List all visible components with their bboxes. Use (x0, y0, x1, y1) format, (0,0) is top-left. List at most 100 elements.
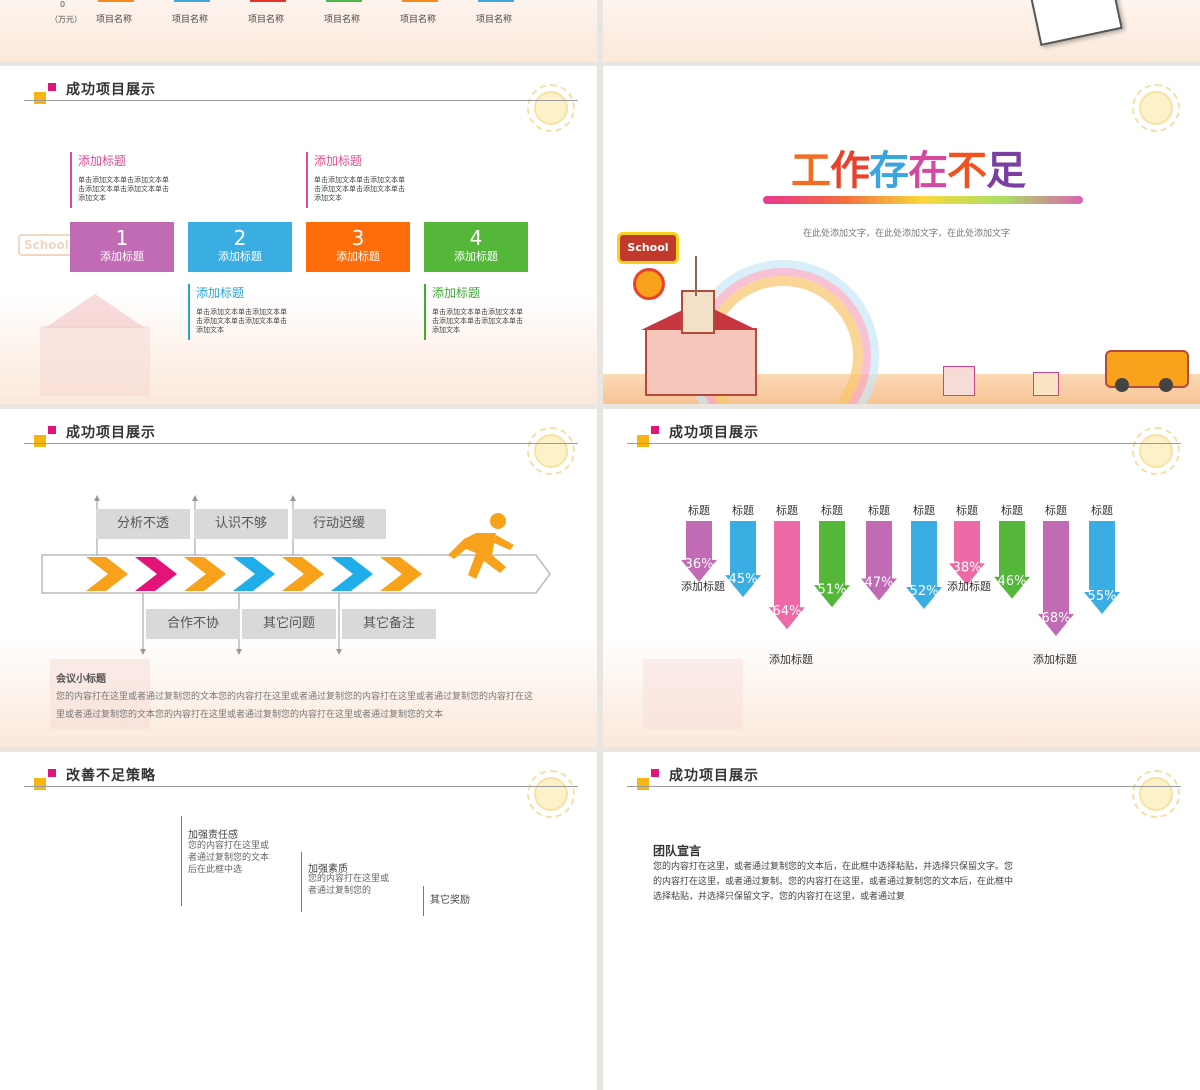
school-tower (681, 290, 715, 334)
item-number: 1 (115, 226, 129, 250)
slide-bar-chart-partial: 0 （万元） 项目名称 项目名称 项目名称 项目名称 项目名称 项目名称 (0, 0, 597, 62)
slide-improvement-strategy: 改善不足策略 加强责任感 您的内容打在这里或者通过复制您的文本后在此框中选 加强… (0, 752, 597, 1090)
caption-add-title: 添加标题 (769, 653, 813, 666)
header-divider (24, 100, 578, 101)
arrow-title-label: 标题 (868, 503, 890, 517)
problem-label: 合作不协 (146, 609, 240, 639)
strategy-item-desc: 您的内容打在这里或者通过复制您的 (308, 874, 390, 896)
header-square-yellow (637, 778, 649, 790)
header-square-yellow (34, 92, 46, 104)
strategy-item-desc: 您的内容打在这里或者通过复制您的文本后在此框中选 (188, 841, 270, 875)
caption-title: 添加标题 (78, 154, 127, 168)
percent-arrow (949, 521, 985, 586)
header-square-pink (48, 83, 56, 91)
brush-stroke (763, 196, 1083, 204)
sun-icon (1132, 84, 1180, 132)
caption-title: 添加标题 (432, 286, 481, 300)
strategy-line (423, 886, 424, 916)
team-body: 您的内容打在这里，或者通过复制您的文本后，在此框中选择粘贴，并选择只保留文字。您… (653, 862, 1014, 902)
axis-zero-label: 0 (60, 0, 66, 9)
slide-title: 成功项目展示 (669, 768, 759, 784)
header-square-pink (48, 769, 56, 777)
bar-segment (174, 0, 210, 2)
arrow-title-label: 标题 (1045, 503, 1067, 517)
arrow-title-label: 标题 (913, 503, 935, 517)
sun-icon (527, 770, 575, 818)
connector-arrowhead (94, 495, 100, 501)
bar-segment (326, 0, 362, 2)
slide-percent-arrows: 成功项目展示 标题 36% 标题 45% 标题 64% 标题 51% 标题 47% 标题 52% 标题 3… (603, 409, 1200, 747)
arrow-percent-label: 51% (818, 582, 847, 597)
item-label: 添加标题 (336, 250, 380, 263)
item-box[interactable]: 1 添加标题 (70, 222, 174, 272)
caption-bar (424, 284, 426, 340)
slide-team-declaration: 成功项目展示 团队宣言 您的内容打在这里，或者通过复制您的文本后，在此框中选择粘… (603, 752, 1200, 1090)
caption-title: 添加标题 (196, 286, 245, 300)
ghost-house-roof (45, 294, 145, 328)
bus-wheel (1115, 378, 1129, 392)
item-number: 2 (233, 226, 247, 250)
item-box[interactable]: 4 添加标题 (424, 222, 528, 272)
title-char: 作 (830, 148, 870, 194)
bar-segment (98, 0, 134, 2)
arrow-percent-label: 36% (685, 557, 714, 572)
bar-category-label: 项目名称 (96, 15, 133, 25)
problem-label: 认识不够 (194, 509, 288, 539)
header-square-pink (651, 769, 659, 777)
problem-label: 行动迟缓 (292, 509, 386, 539)
big-title: 工作存在不足 (791, 138, 1026, 196)
background-decoration (0, 0, 597, 62)
small-house (1033, 372, 1059, 396)
meeting-subtitle: 会议小标题 (56, 674, 106, 685)
arrow-percent-label: 68% (1042, 611, 1071, 626)
connector-arrowhead (140, 649, 146, 655)
meeting-body: 您的内容打在这里或者通过复制您的文本您的内容打在这里或者通过复制您的内容打在这里… (56, 692, 534, 720)
axis-unit-label: （万元） (50, 15, 82, 24)
header-square-yellow (34, 778, 46, 790)
bar-segment (250, 0, 286, 2)
slide-title-shortcomings: 工作存在不足 在此处添加文字，在此处添加文字，在此处添加文字 School (603, 66, 1200, 404)
item-number: 4 (469, 226, 483, 250)
slide-top-right-partial (603, 0, 1200, 62)
strategy-line (301, 852, 302, 912)
subtitle-text: 在此处添加文字，在此处添加文字，在此处添加文字 (803, 229, 1011, 239)
title-char: 存 (869, 148, 909, 194)
title-char: 足 (986, 148, 1026, 194)
caption-bar (188, 284, 190, 340)
arrow-percent-label: 46% (998, 574, 1027, 589)
flag-pole (695, 256, 697, 296)
caption-add-title: 添加标题 (947, 580, 991, 593)
arrow-percent-label: 45% (729, 572, 758, 587)
bar-category-label: 项目名称 (248, 15, 285, 25)
slide-problems-timeline: 成功项目展示 分析不透 认识不够 行动迟缓 合作不协 其它问题 其它备注 会议小标题 您的… (0, 409, 597, 747)
title-char: 不 (947, 148, 987, 194)
problem-label: 分析不透 (96, 509, 190, 539)
problem-label: 其它问题 (242, 609, 336, 639)
strategy-item-title: 加强责任感 (188, 830, 238, 841)
connector-arrowhead (290, 495, 296, 501)
caption-title: 添加标题 (314, 154, 363, 168)
runner-icon (448, 513, 514, 579)
arrow-title-label: 标题 (688, 503, 710, 517)
item-box[interactable]: 3 添加标题 (306, 222, 410, 272)
arrow-percent-label: 64% (773, 604, 802, 619)
arrow-title-label: 标题 (821, 503, 843, 517)
bar-category-label: 项目名称 (324, 15, 361, 25)
strategy-line (181, 816, 182, 906)
percent-arrow (681, 521, 717, 582)
small-house (943, 366, 975, 396)
connector-arrowhead (192, 495, 198, 501)
arrow-title-label: 标题 (1001, 503, 1023, 517)
bar-segment (478, 0, 514, 2)
strategy-item-title: 其它奖励 (430, 895, 470, 906)
ghost-house (40, 326, 150, 396)
arrow-percent-label: 52% (910, 584, 939, 599)
caption-desc: 单击添加文本单击添加文本单击添加文本单击添加文本单击添加文本 (314, 176, 405, 202)
clock-sign (633, 268, 665, 300)
item-box[interactable]: 2 添加标题 (188, 222, 292, 272)
sun-icon (1132, 770, 1180, 818)
problem-label: 其它备注 (342, 609, 436, 639)
slide-success-items: School 成功项目展示 1 添加标题 添加标题 单击添加文本单击添加文本单击添加文… (0, 66, 597, 404)
arrow-title-label: 标题 (732, 503, 754, 517)
header-divider (627, 786, 1181, 787)
